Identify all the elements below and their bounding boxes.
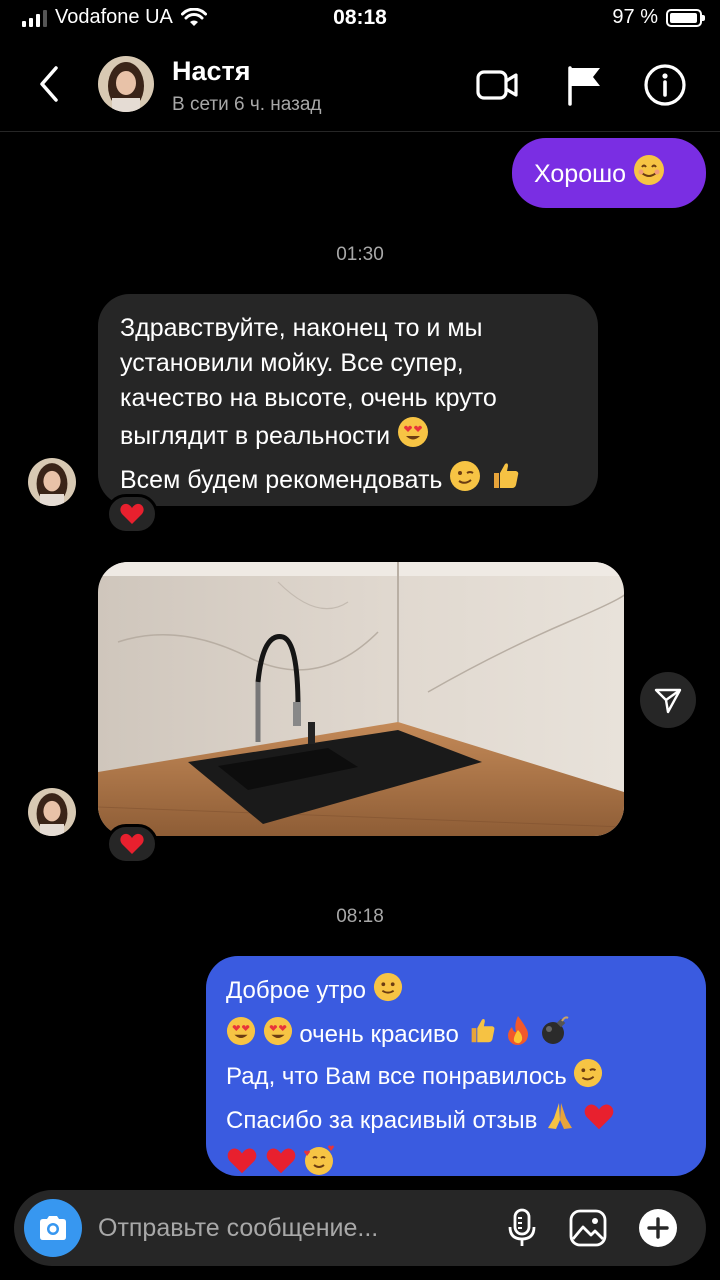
contact-avatar-small[interactable]: [28, 788, 76, 836]
fire-emoji-icon: [504, 1014, 532, 1058]
contact-status: В сети 6 ч. назад: [172, 94, 322, 115]
status-right: 97 %: [612, 6, 705, 29]
flag-icon: [568, 66, 600, 106]
share-button[interactable]: [640, 672, 696, 728]
slight-smile-emoji-icon: [373, 972, 403, 1014]
microphone-icon: [508, 1208, 536, 1246]
thumbs-up-emoji-icon: [488, 458, 522, 502]
chat-header: Настя В сети 6 ч. назад: [0, 40, 720, 132]
report-button[interactable]: [562, 62, 608, 108]
winking-emoji-icon: [573, 1058, 603, 1100]
reaction-badge[interactable]: [106, 494, 158, 534]
smiling-emoji-icon: [633, 154, 665, 197]
timestamp: 08:18: [336, 906, 384, 927]
message-incoming[interactable]: Здравствуйте, наконец то и мы установили…: [98, 294, 598, 506]
gallery-icon: [569, 1209, 607, 1247]
heart-eyes-emoji-icon: [263, 1016, 293, 1058]
battery-percent: 97 %: [612, 6, 658, 28]
gallery-button[interactable]: [564, 1204, 612, 1252]
battery-icon: [666, 8, 705, 27]
message-composer: [14, 1190, 706, 1266]
camera-button[interactable]: [24, 1199, 82, 1257]
contact-avatar[interactable]: [98, 56, 154, 112]
message-line: выглядит в реальности: [120, 422, 391, 450]
message-line: качество на высоте, очень круто: [120, 384, 497, 412]
video-call-icon: [476, 70, 518, 100]
message-input[interactable]: [98, 1190, 478, 1266]
timestamp: 01:30: [336, 244, 384, 265]
info-button[interactable]: [642, 62, 688, 108]
message-line: Спасибо за красивый отзыв: [226, 1107, 538, 1134]
bomb-emoji-icon: [539, 1014, 571, 1058]
reaction-badge[interactable]: [106, 824, 158, 864]
red-heart-emoji-icon: [265, 1146, 297, 1188]
message-outgoing[interactable]: Доброе утро очень красиво Рад, что Вам в…: [206, 956, 706, 1176]
info-icon: [644, 64, 686, 106]
folded-hands-emoji-icon: [544, 1100, 576, 1144]
back-chevron-icon: [40, 66, 58, 102]
red-heart-emoji-icon: [226, 1146, 258, 1188]
plus-icon: [639, 1209, 677, 1247]
thumbs-up-emoji-icon: [466, 1014, 498, 1058]
contact-name[interactable]: Настя: [172, 56, 251, 87]
smiling-hearts-emoji-icon: [303, 1144, 335, 1188]
message-line: Всем будем рекомендовать: [120, 466, 443, 494]
contact-avatar-small[interactable]: [28, 458, 76, 506]
back-button[interactable]: [30, 62, 70, 106]
message-line: Доброе утро: [226, 977, 367, 1004]
heart-eyes-emoji-icon: [226, 1016, 256, 1058]
red-heart-emoji-icon: [583, 1102, 615, 1144]
message-outgoing[interactable]: Хорошо: [512, 138, 706, 208]
voice-message-button[interactable]: [498, 1204, 546, 1252]
message-line: установили мойку. Все супер,: [120, 349, 464, 377]
more-options-button[interactable]: [634, 1204, 682, 1252]
message-line: Здравствуйте, наконец то и мы: [120, 314, 483, 342]
message-line: очень красиво: [299, 1021, 459, 1048]
winking-emoji-icon: [449, 460, 481, 502]
heart-eyes-emoji-icon: [397, 416, 429, 458]
message-line: Рад, что Вам все понравилось: [226, 1063, 567, 1090]
heart-icon: [120, 833, 144, 854]
message-text: Хорошо: [534, 160, 627, 188]
camera-icon: [40, 1216, 66, 1240]
heart-icon: [120, 503, 144, 524]
share-icon: [654, 688, 682, 714]
status-bar: Vodafone UA 08:18 97 %: [0, 0, 720, 40]
message-photo[interactable]: [98, 562, 624, 836]
video-call-button[interactable]: [474, 62, 520, 108]
